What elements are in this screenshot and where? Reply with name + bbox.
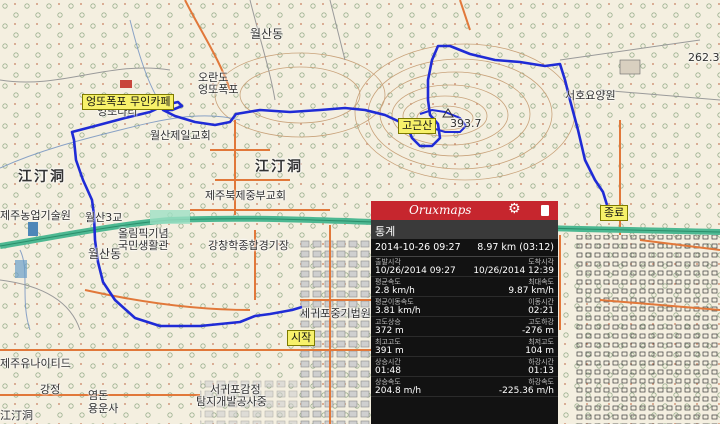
stat-value: 204.8 m/h [375,386,422,396]
label-gukmin: 국민생활관 [118,239,169,252]
waypoint-cafe[interactable]: 엉또폭포 무인카페 [82,94,175,111]
trip-date: 2014-10-26 09:27 [375,242,461,253]
label-seogwi-office: 서귀포감정 [210,383,261,396]
pond-marker [28,222,38,236]
stat-value: 2.8 km/h [375,286,415,296]
stat-key: 최저고도 [528,338,554,346]
trip-summary: 2014-10-26 09:27 8.97 km (03:12) [371,239,558,257]
label-wolsan-dong-north: 월산동 [250,27,284,41]
stat-key: 이동시간 [528,298,554,306]
topographic-map[interactable]: 월산동 江汀洞 江汀洞 월산동 오란도 엉또폭포 엉또다리 월산제일교회 제주북… [0,0,720,424]
label-agri-center: 제주농업기술원 [0,209,71,222]
stat-key: 최대속도 [528,278,554,286]
label-church-jeju: 제주북제중부교회 [205,189,286,202]
label-elevation-peak: 393.7 [450,117,482,130]
stat-value: 01:48 [375,366,401,376]
stat-value: -276 m [521,326,554,336]
village-houses [575,235,720,424]
waypoint-start[interactable]: 시작 [287,330,316,347]
stat-value: 104 m [525,346,554,356]
waypoint-end[interactable]: 종료 [600,205,629,222]
stat-key: 고도하강 [528,318,554,326]
stat-key: 출발시각 [375,258,401,266]
label-gangjeong-mark: 江汀洞 [0,409,33,422]
stat-key: 평균속도 [375,278,401,286]
label-gangjeong-bottom: 강정 [40,383,61,396]
stat-value: 02:21 [528,306,554,316]
stats-list: 출발시각 도착시각 10/26/2014 09:27 10/26/2014 12:3… [371,257,558,397]
stat-value: 01:13 [528,366,554,376]
label-wolsan3-bridge: 월산3교 [85,211,123,224]
stat-key: 하강시간 [528,358,554,366]
panel-title: 통계 [371,220,558,239]
label-kangchang: 강창학종합경기장 [208,239,289,252]
panel-header: Oruxmaps ⚙ [371,201,558,220]
stat-value: 391 m [375,346,404,356]
label-wolsan-dong-west: 월산동 [88,247,122,261]
waypoint-peak[interactable]: 고근산 [398,118,437,135]
gear-icon[interactable]: ⚙ [508,201,521,217]
stat-key: 상승시간 [375,358,401,366]
label-gangjeong-mid: 江汀洞 [255,159,303,175]
building-marker [120,80,132,88]
stat-value: 10/26/2014 09:27 [375,266,456,276]
stat-value: -225.36 m/h [498,386,554,396]
label-jeju-united: 제주유나이티드 [0,357,71,370]
stat-value: 9.87 km/h [508,286,554,296]
stat-key: 최고고도 [375,338,401,346]
stat-key: 고도상승 [375,318,401,326]
document-icon[interactable] [541,205,549,216]
label-taeji: 탐지개발공사중 [196,395,267,408]
stat-key: 도착시각 [528,258,554,266]
label-gangjeong-left: 江汀洞 [18,169,66,185]
app-logo: Oruxmaps [409,203,472,217]
stat-key: 평균이동속도 [375,298,414,306]
interchange [150,210,190,224]
stat-value: 10/26/2014 12:39 [473,266,554,276]
label-court: 세귀포중기법원 [300,307,371,320]
label-ottdo-falls: 엉또폭포 [198,83,239,96]
label-seoho-reservoir: 서호요양원 [565,89,616,102]
label-yongeunsa: 용운사 [88,402,119,415]
stat-value: 3.81 km/h [375,306,421,316]
label-olympic: 올림픽기념 [118,227,169,240]
label-church-wolsan: 월산제일교회 [150,129,211,142]
label-elevation-ne: 262.3 [688,51,720,64]
stat-key: 상승속도 [375,378,401,386]
label-yeomdon: 염돈 [88,389,109,402]
label-oranmo: 오란도 [198,71,229,84]
stats-panel: Oruxmaps ⚙ 통계 2014-10-26 09:27 8.97 km (… [371,201,558,424]
stat-key: 하강속도 [528,378,554,386]
stat-value: 372 m [375,326,404,336]
trip-distance: 8.97 km (03:12) [477,242,554,253]
